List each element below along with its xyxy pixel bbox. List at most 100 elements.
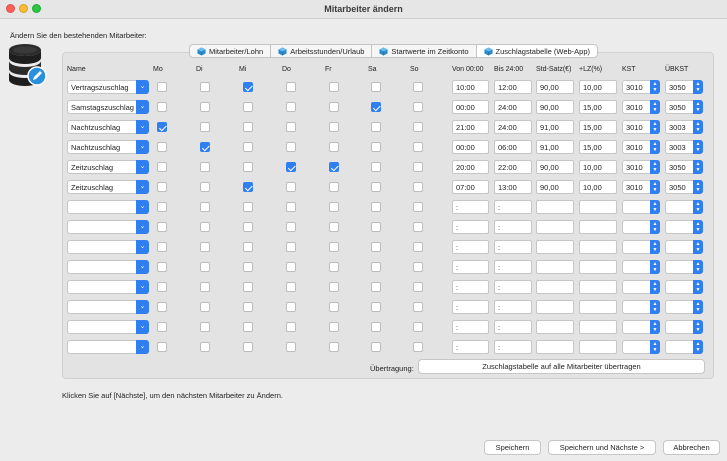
stepper-icon[interactable]: ▲ ▼ — [693, 160, 703, 174]
stepper-icon[interactable]: ▲ ▼ — [650, 80, 660, 94]
kst-stepper[interactable]: 3010 ▲ ▼ — [622, 80, 660, 94]
von-input[interactable]: 20:00 — [452, 160, 489, 174]
checkbox-sa[interactable] — [371, 342, 381, 352]
bis-input[interactable]: : — [494, 260, 532, 274]
checkbox-do[interactable] — [286, 302, 296, 312]
checkbox-mo[interactable] — [157, 102, 167, 112]
chevron-down-icon[interactable]: ⌄ — [136, 340, 149, 354]
checkbox-do[interactable] — [286, 102, 296, 112]
checkbox-fr[interactable] — [329, 142, 339, 152]
tab-mitarbeiter-lohn[interactable]: Mitarbeiter/Lohn — [189, 44, 271, 58]
checkbox-mo[interactable] — [157, 222, 167, 232]
std-satz-input[interactable] — [536, 320, 574, 334]
checkbox-di[interactable] — [200, 322, 210, 332]
checkbox-fr[interactable] — [329, 122, 339, 132]
kst-stepper[interactable]: 3010 ▲ ▼ — [622, 140, 660, 154]
checkbox-mo[interactable] — [157, 242, 167, 252]
von-input[interactable]: : — [452, 220, 489, 234]
von-input[interactable]: : — [452, 200, 489, 214]
name-select[interactable]: Zeitzuschlag ⌄ — [67, 160, 149, 174]
lz-input[interactable] — [579, 280, 617, 294]
checkbox-fr[interactable] — [329, 242, 339, 252]
checkbox-fr[interactable] — [329, 262, 339, 272]
checkbox-di[interactable] — [200, 242, 210, 252]
chevron-down-icon[interactable]: ⌄ — [136, 80, 149, 94]
checkbox-fr[interactable] — [329, 302, 339, 312]
name-select[interactable]: ⌄ — [67, 260, 149, 274]
bis-input[interactable]: 22:00 — [494, 160, 532, 174]
checkbox-sa[interactable] — [371, 242, 381, 252]
checkbox-di[interactable] — [200, 102, 210, 112]
checkbox-mo[interactable] — [157, 322, 167, 332]
checkbox-fr[interactable] — [329, 282, 339, 292]
checkbox-so[interactable] — [413, 242, 423, 252]
lz-input[interactable]: 15,00 — [579, 120, 617, 134]
checkbox-sa[interactable] — [371, 202, 381, 212]
checkbox-di[interactable] — [200, 222, 210, 232]
checkbox-mi[interactable] — [243, 322, 253, 332]
checkbox-so[interactable] — [413, 302, 423, 312]
name-select[interactable]: ⌄ — [67, 220, 149, 234]
lz-input[interactable] — [579, 300, 617, 314]
von-input[interactable]: : — [452, 280, 489, 294]
kst-stepper[interactable]: ▲ ▼ — [622, 240, 660, 254]
name-select[interactable]: Nachtzuschlag ⌄ — [67, 120, 149, 134]
stepper-icon[interactable]: ▲ ▼ — [650, 220, 660, 234]
name-select[interactable]: ⌄ — [67, 280, 149, 294]
lz-input[interactable] — [579, 220, 617, 234]
checkbox-mi[interactable] — [243, 82, 253, 92]
checkbox-sa[interactable] — [371, 282, 381, 292]
von-input[interactable]: 00:00 — [452, 100, 489, 114]
checkbox-so[interactable] — [413, 82, 423, 92]
chevron-down-icon[interactable]: ⌄ — [136, 180, 149, 194]
chevron-down-icon[interactable]: ⌄ — [136, 260, 149, 274]
transfer-to-all-button[interactable]: Zuschlagstabelle auf alle Mitarbeiter üb… — [418, 359, 705, 374]
lz-input[interactable]: 10,00 — [579, 180, 617, 194]
lz-input[interactable] — [579, 200, 617, 214]
chevron-down-icon[interactable]: ⌄ — [136, 300, 149, 314]
checkbox-mi[interactable] — [243, 302, 253, 312]
stepper-icon[interactable]: ▲ ▼ — [693, 180, 703, 194]
checkbox-fr[interactable] — [329, 182, 339, 192]
checkbox-so[interactable] — [413, 182, 423, 192]
kst-stepper[interactable]: ▲ ▼ — [622, 260, 660, 274]
lz-input[interactable] — [579, 240, 617, 254]
checkbox-sa[interactable] — [371, 162, 381, 172]
uebkst-stepper[interactable]: ▲ ▼ — [665, 200, 703, 214]
bis-input[interactable]: 24:00 — [494, 100, 532, 114]
stepper-icon[interactable]: ▲ ▼ — [650, 160, 660, 174]
von-input[interactable]: : — [452, 320, 489, 334]
checkbox-do[interactable] — [286, 322, 296, 332]
checkbox-mi[interactable] — [243, 342, 253, 352]
checkbox-di[interactable] — [200, 162, 210, 172]
cancel-button[interactable]: Abbrechen — [663, 440, 720, 455]
checkbox-di[interactable] — [200, 302, 210, 312]
stepper-icon[interactable]: ▲ ▼ — [650, 280, 660, 294]
name-select[interactable]: ⌄ — [67, 200, 149, 214]
checkbox-mi[interactable] — [243, 202, 253, 212]
uebkst-stepper[interactable]: 3050 ▲ ▼ — [665, 80, 703, 94]
chevron-down-icon[interactable]: ⌄ — [136, 200, 149, 214]
chevron-down-icon[interactable]: ⌄ — [136, 100, 149, 114]
von-input[interactable]: : — [452, 340, 489, 354]
checkbox-mo[interactable] — [157, 82, 167, 92]
tab-zuschlagstabelle[interactable]: Zuschlagstabelle (Web-App) — [475, 44, 599, 58]
uebkst-stepper[interactable]: ▲ ▼ — [665, 260, 703, 274]
kst-stepper[interactable]: ▲ ▼ — [622, 320, 660, 334]
stepper-icon[interactable]: ▲ ▼ — [693, 100, 703, 114]
checkbox-mi[interactable] — [243, 262, 253, 272]
checkbox-do[interactable] — [286, 122, 296, 132]
checkbox-mi[interactable] — [243, 122, 253, 132]
checkbox-di[interactable] — [200, 202, 210, 212]
stepper-icon[interactable]: ▲ ▼ — [650, 100, 660, 114]
checkbox-mo[interactable] — [157, 162, 167, 172]
checkbox-so[interactable] — [413, 322, 423, 332]
checkbox-do[interactable] — [286, 222, 296, 232]
kst-stepper[interactable]: 3010 ▲ ▼ — [622, 100, 660, 114]
checkbox-di[interactable] — [200, 142, 210, 152]
checkbox-sa[interactable] — [371, 222, 381, 232]
stepper-icon[interactable]: ▲ ▼ — [693, 220, 703, 234]
std-satz-input[interactable] — [536, 280, 574, 294]
lz-input[interactable] — [579, 260, 617, 274]
name-select[interactable]: ⌄ — [67, 240, 149, 254]
